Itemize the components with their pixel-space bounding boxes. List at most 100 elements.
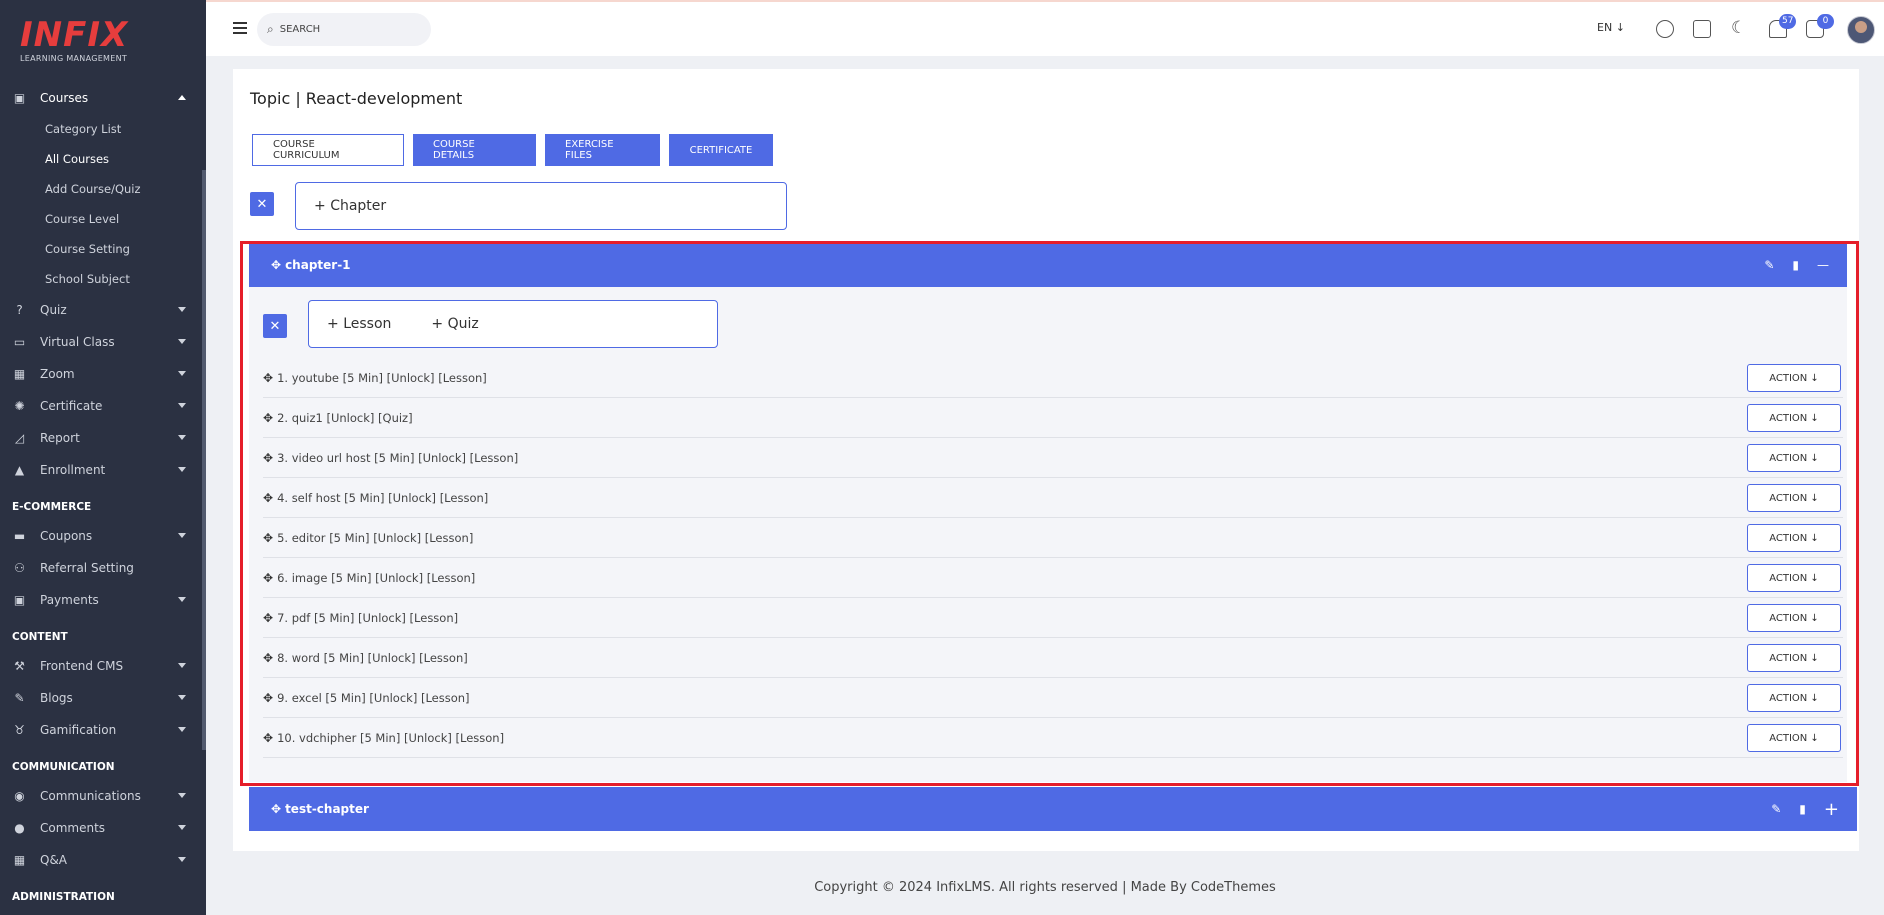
add-chapter-button[interactable]: + Chapter [314,198,406,214]
drag-handle-icon[interactable]: ✥ [263,531,273,545]
language-selector[interactable]: EN ↓ [1597,21,1625,34]
chevron-down-icon [178,663,186,668]
arrow-down-icon: ↓ [1807,532,1819,544]
drag-handle-icon[interactable]: ✥ [263,411,273,425]
globe-icon[interactable] [1656,20,1674,38]
sidebar-subitem-course-setting[interactable]: Course Setting [0,234,206,264]
sidebar-item-gamification[interactable]: ♉ Gamification [0,714,206,746]
edit-icon[interactable]: ✎ [1764,258,1774,272]
drag-handle-icon[interactable]: ✥ [271,258,281,272]
edit-icon[interactable]: ✎ [1771,802,1781,816]
list-item[interactable]: ✥ 9. excel [5 Min] [Unlock] [Lesson] ACTIO… [263,678,1843,718]
expand-icon[interactable]: + [1824,799,1839,820]
sidebar-item-report[interactable]: ◿ Report [0,422,206,454]
brush-icon: ⚒ [14,659,25,673]
action-button[interactable]: ACTION ↓ [1747,404,1841,432]
drag-handle-icon[interactable]: ✥ [271,802,281,816]
collapse-icon[interactable]: — [1817,258,1829,272]
action-button[interactable]: ACTION ↓ [1747,684,1841,712]
sidebar-item-courses[interactable]: ▣ Courses [0,82,206,114]
sidebar-item-label: Q&A [40,853,68,867]
tab-course-details[interactable]: COURSE DETAILS [413,134,536,166]
arrow-down-icon: ↓ [1807,612,1819,624]
drag-handle-icon[interactable]: ✥ [263,371,273,385]
trash-icon[interactable]: ▮ [1799,802,1806,816]
tab-exercise-files[interactable]: EXERCISE FILES [545,134,660,166]
drag-handle-icon[interactable]: ✥ [263,731,273,745]
logo[interactable]: INFIX LEARNING MANAGEMENT [20,18,128,63]
referral-icon: ⚇ [14,561,25,575]
page-title: Topic | React-development [250,89,463,108]
action-button[interactable]: ACTION ↓ [1747,564,1841,592]
moon-icon[interactable]: ☾ [1730,20,1748,38]
sidebar-subitem-category-list[interactable]: Category List [0,114,206,144]
sidebar-subitem-school-subject[interactable]: School Subject [0,264,206,294]
drag-handle-icon[interactable]: ✥ [263,491,273,505]
sidebar-item-referral-setting[interactable]: ⚇ Referral Setting [0,552,206,584]
sidebar-item-zoom[interactable]: ▦ Zoom [0,358,206,390]
sidebar-subitem-course-level[interactable]: Course Level [0,204,206,234]
list-item[interactable]: ✥ 2. quiz1 [Unlock] [Quiz] ACTION ↓ [263,398,1843,438]
close-icon: ✕ [269,318,281,334]
action-button[interactable]: ACTION ↓ [1747,724,1841,752]
lesson-title: 1. youtube [5 Min] [Unlock] [Lesson] [277,370,487,385]
sidebar-item-frontend-cms[interactable]: ⚒ Frontend CMS [0,650,206,682]
sidebar: INFIX LEARNING MANAGEMENT ▣ Courses Cate… [0,0,206,915]
chevron-down-icon [178,695,186,700]
avatar[interactable] [1847,16,1875,44]
sidebar-item-label: Blogs [40,691,73,705]
action-button[interactable]: ACTION ↓ [1747,444,1841,472]
list-item[interactable]: ✥ 4. self host [5 Min] [Unlock] [Lesson] A… [263,478,1843,518]
arrow-down-icon: ↓ [1807,492,1819,504]
action-label: ACTION [1769,692,1808,704]
sidebar-item-quiz[interactable]: ? Quiz [0,294,206,326]
drag-handle-icon[interactable]: ✥ [263,691,273,705]
list-item[interactable]: ✥ 10. vdchipher [5 Min] [Unlock] [Lesson]… [263,718,1843,758]
search-input[interactable] [279,24,410,35]
list-item[interactable]: ✥ 8. word [5 Min] [Unlock] [Lesson] ACTION… [263,638,1843,678]
drag-handle-icon[interactable]: ✥ [263,651,273,665]
tab-course-curriculum[interactable]: COURSE CURRICULUM [252,134,404,166]
add-lesson-button[interactable]: + Lesson [327,316,411,332]
list-item[interactable]: ✥ 1. youtube [5 Min] [Unlock] [Lesson] ACT… [263,358,1843,398]
sidebar-item-communications[interactable]: ◉ Communications [0,780,206,812]
sidebar-item-enrollment[interactable]: ▲ Enrollment [0,454,206,486]
sidebar-item-comments[interactable]: ● Comments [0,812,206,844]
sidebar-item-label: Gamification [40,723,117,737]
sidebar-item-coupons[interactable]: ▬ Coupons [0,520,206,552]
drag-handle-icon[interactable]: ✥ [263,611,273,625]
sidebar-subitem-add-course[interactable]: Add Course/Quiz [0,174,206,204]
chapter-header[interactable]: ✥ chapter-1 ✎ ▮ — [249,243,1847,287]
layout-icon[interactable] [1693,20,1711,38]
logo-subtitle: LEARNING MANAGEMENT [20,54,128,63]
action-label: ACTION [1769,652,1808,664]
drag-handle-icon[interactable]: ✥ [263,571,273,585]
sidebar-subitem-all-courses[interactable]: All Courses [0,144,206,174]
chapter-header[interactable]: ✥ test-chapter ✎ ▮ + [249,787,1857,831]
list-item[interactable]: ✥ 6. image [5 Min] [Unlock] [Lesson] ACTIO… [263,558,1843,598]
sidebar-item-blogs[interactable]: ✎ Blogs [0,682,206,714]
sidebar-item-qa[interactable]: ▦ Q&A [0,844,206,876]
search-box[interactable]: ⌕ [257,13,431,46]
action-button[interactable]: ACTION ↓ [1747,484,1841,512]
close-lesson-adder-button[interactable]: ✕ [263,314,287,338]
sidebar-item-certificate[interactable]: ✺ Certificate [0,390,206,422]
menu-icon[interactable] [233,22,247,34]
list-item[interactable]: ✥ 3. video url host [5 Min] [Unlock] [Les… [263,438,1843,478]
add-quiz-button[interactable]: + Quiz [431,316,498,332]
tab-certificate[interactable]: CERTIFICATE [669,134,773,166]
list-item[interactable]: ✥ 5. editor [5 Min] [Unlock] [Lesson] ACTI… [263,518,1843,558]
sidebar-item-payments[interactable]: ▣ Payments [0,584,206,616]
drag-handle-icon[interactable]: ✥ [263,451,273,465]
action-button[interactable]: ACTION ↓ [1747,604,1841,632]
action-button[interactable]: ACTION ↓ [1747,644,1841,672]
sidebar-item-virtual-class[interactable]: ▭ Virtual Class [0,326,206,358]
trash-icon[interactable]: ▮ [1792,258,1799,272]
action-label: ACTION [1769,452,1808,464]
close-chapter-adder-button[interactable]: ✕ [250,192,274,216]
action-button[interactable]: ACTION ↓ [1747,524,1841,552]
chat-icon: ◉ [14,789,25,803]
action-button[interactable]: ACTION ↓ [1747,364,1841,392]
chevron-down-icon [178,307,186,312]
list-item[interactable]: ✥ 7. pdf [5 Min] [Unlock] [Lesson] ACTION … [263,598,1843,638]
